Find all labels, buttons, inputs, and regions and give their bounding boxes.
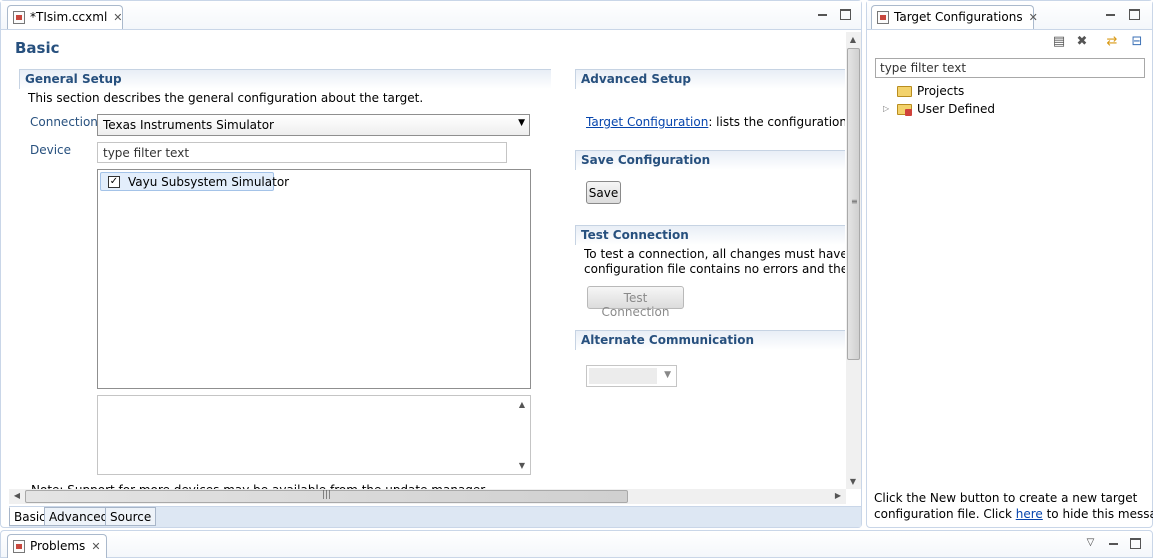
target-config-tabbar: Target Configurations ✕ xyxy=(867,1,1152,30)
device-filter-input[interactable]: type filter text xyxy=(97,142,507,163)
vertical-scroll-thumb[interactable]: ≡ xyxy=(847,48,860,360)
grip-icon: ≡ xyxy=(851,197,858,206)
save-configuration-heading: Save Configuration xyxy=(575,150,845,170)
collapse-all-icon[interactable]: ⊟ xyxy=(1129,34,1145,50)
test-connection-line1: To test a connection, all changes must h… xyxy=(584,247,845,261)
alternate-communication-select[interactable]: ▼ xyxy=(586,365,677,387)
target-config-message-line2: configuration file. Click here to hide t… xyxy=(874,507,1153,521)
problems-pane: Problems ✕ ▽ xyxy=(0,530,1153,558)
target-config-icon xyxy=(877,11,889,24)
target-config-message-line1: Click the New button to create a new tar… xyxy=(874,491,1138,505)
scroll-down-icon[interactable]: ▼ xyxy=(516,461,528,470)
minimize-icon[interactable] xyxy=(1108,538,1119,549)
editor-tabbar: *TIsim.ccxml ✕ xyxy=(1,1,861,30)
scroll-up-icon[interactable]: ▲ xyxy=(847,35,859,44)
tab-problems[interactable]: Problems ✕ xyxy=(7,534,107,558)
alternate-communication-value xyxy=(589,368,657,384)
chevron-down-icon: ▼ xyxy=(664,370,671,380)
maximize-icon[interactable] xyxy=(840,9,851,20)
target-configuration-link[interactable]: Target Configuration xyxy=(586,115,708,129)
maximize-icon[interactable] xyxy=(1130,538,1141,549)
test-connection-heading: Test Connection xyxy=(575,225,845,245)
close-icon[interactable]: ✕ xyxy=(1029,11,1038,24)
device-label: Device xyxy=(30,143,72,157)
advanced-setup-suffix: : lists the configuration opti xyxy=(708,115,845,129)
scroll-right-icon[interactable]: ▶ xyxy=(832,491,844,500)
message-text: to hide this message. xyxy=(1046,507,1153,521)
editor-vertical-scrollbar[interactable]: ▲ ≡ ▼ xyxy=(846,32,861,489)
editor-tab-title: *TIsim.ccxml xyxy=(30,10,108,24)
target-config-title: Target Configurations xyxy=(894,10,1023,24)
tab-ticsim-ccxml[interactable]: *TIsim.ccxml ✕ xyxy=(7,5,123,29)
target-configurations-pane: Target Configurations ✕ ▤ ✖ ⇄ ⊟ type filt… xyxy=(866,0,1153,528)
test-connection-line2: configuration file contains no errors an… xyxy=(584,262,845,276)
link-icon[interactable]: ⇄ xyxy=(1104,34,1120,50)
alternate-communication-heading: Alternate Communication xyxy=(575,330,845,350)
folder-open-icon xyxy=(897,86,912,97)
device-item-label: Vayu Subsystem Simulator xyxy=(128,175,290,189)
tab-advanced[interactable]: Advanced xyxy=(44,507,114,526)
maximize-icon[interactable] xyxy=(1129,9,1140,20)
test-connection-button[interactable]: Test Connection xyxy=(587,286,684,319)
scroll-down-icon[interactable]: ▼ xyxy=(847,477,859,486)
new-target-config-icon[interactable]: ▤ xyxy=(1051,34,1067,50)
ccxml-file-icon xyxy=(13,11,25,24)
connection-select[interactable]: Texas Instruments Simulator ▼ xyxy=(97,114,530,136)
expand-arrow-icon[interactable]: ▷ xyxy=(883,104,889,113)
advanced-setup-text: Target Configuration: lists the configur… xyxy=(586,115,845,129)
device-list[interactable]: ✓ Vayu Subsystem Simulator xyxy=(97,169,531,389)
page-title: Basic xyxy=(15,39,60,57)
tab-target-configurations[interactable]: Target Configurations ✕ xyxy=(871,5,1038,29)
general-setup-description: This section describes the general confi… xyxy=(28,91,424,105)
chevron-down-icon: ▼ xyxy=(518,118,525,128)
config-overlay-icon xyxy=(905,109,912,116)
delete-icon[interactable]: ✖ xyxy=(1074,34,1090,50)
scroll-up-icon[interactable]: ▲ xyxy=(516,400,528,409)
editor-pane: *TIsim.ccxml ✕ Basic General Setup This s… xyxy=(0,0,862,528)
close-icon[interactable]: ✕ xyxy=(91,540,100,553)
close-icon[interactable]: ✕ xyxy=(113,11,122,24)
scroll-left-icon[interactable]: ◀ xyxy=(11,491,23,500)
problems-title: Problems xyxy=(30,539,86,553)
tab-source[interactable]: Source xyxy=(105,507,157,526)
save-button[interactable]: Save xyxy=(586,181,621,204)
message-text: configuration file. Click xyxy=(874,507,1016,521)
general-setup-heading: General Setup xyxy=(19,69,551,89)
device-description-box: ▲ ▼ xyxy=(97,395,531,475)
minimize-icon[interactable] xyxy=(817,9,828,20)
device-item[interactable]: ✓ Vayu Subsystem Simulator xyxy=(100,172,289,191)
view-menu-icon[interactable]: ▽ xyxy=(1085,537,1096,548)
editor-horizontal-scrollbar[interactable]: ◀ ||| ▶ xyxy=(9,489,846,504)
connection-label: Connection xyxy=(30,115,98,129)
connection-value: Texas Instruments Simulator xyxy=(103,118,274,132)
checkbox-checked-icon[interactable]: ✓ xyxy=(108,176,120,188)
grip-icon: ||| xyxy=(322,490,332,500)
minimize-icon[interactable] xyxy=(1105,9,1116,20)
tree-item-label: Projects xyxy=(917,84,965,98)
tree-item-label: User Defined xyxy=(917,102,995,116)
horizontal-scroll-thumb[interactable]: ||| xyxy=(25,490,628,503)
problems-icon xyxy=(13,540,25,553)
target-config-filter-input[interactable]: type filter text xyxy=(875,58,1145,78)
advanced-setup-heading: Advanced Setup xyxy=(575,69,845,89)
hide-message-link[interactable]: here xyxy=(1016,507,1043,521)
